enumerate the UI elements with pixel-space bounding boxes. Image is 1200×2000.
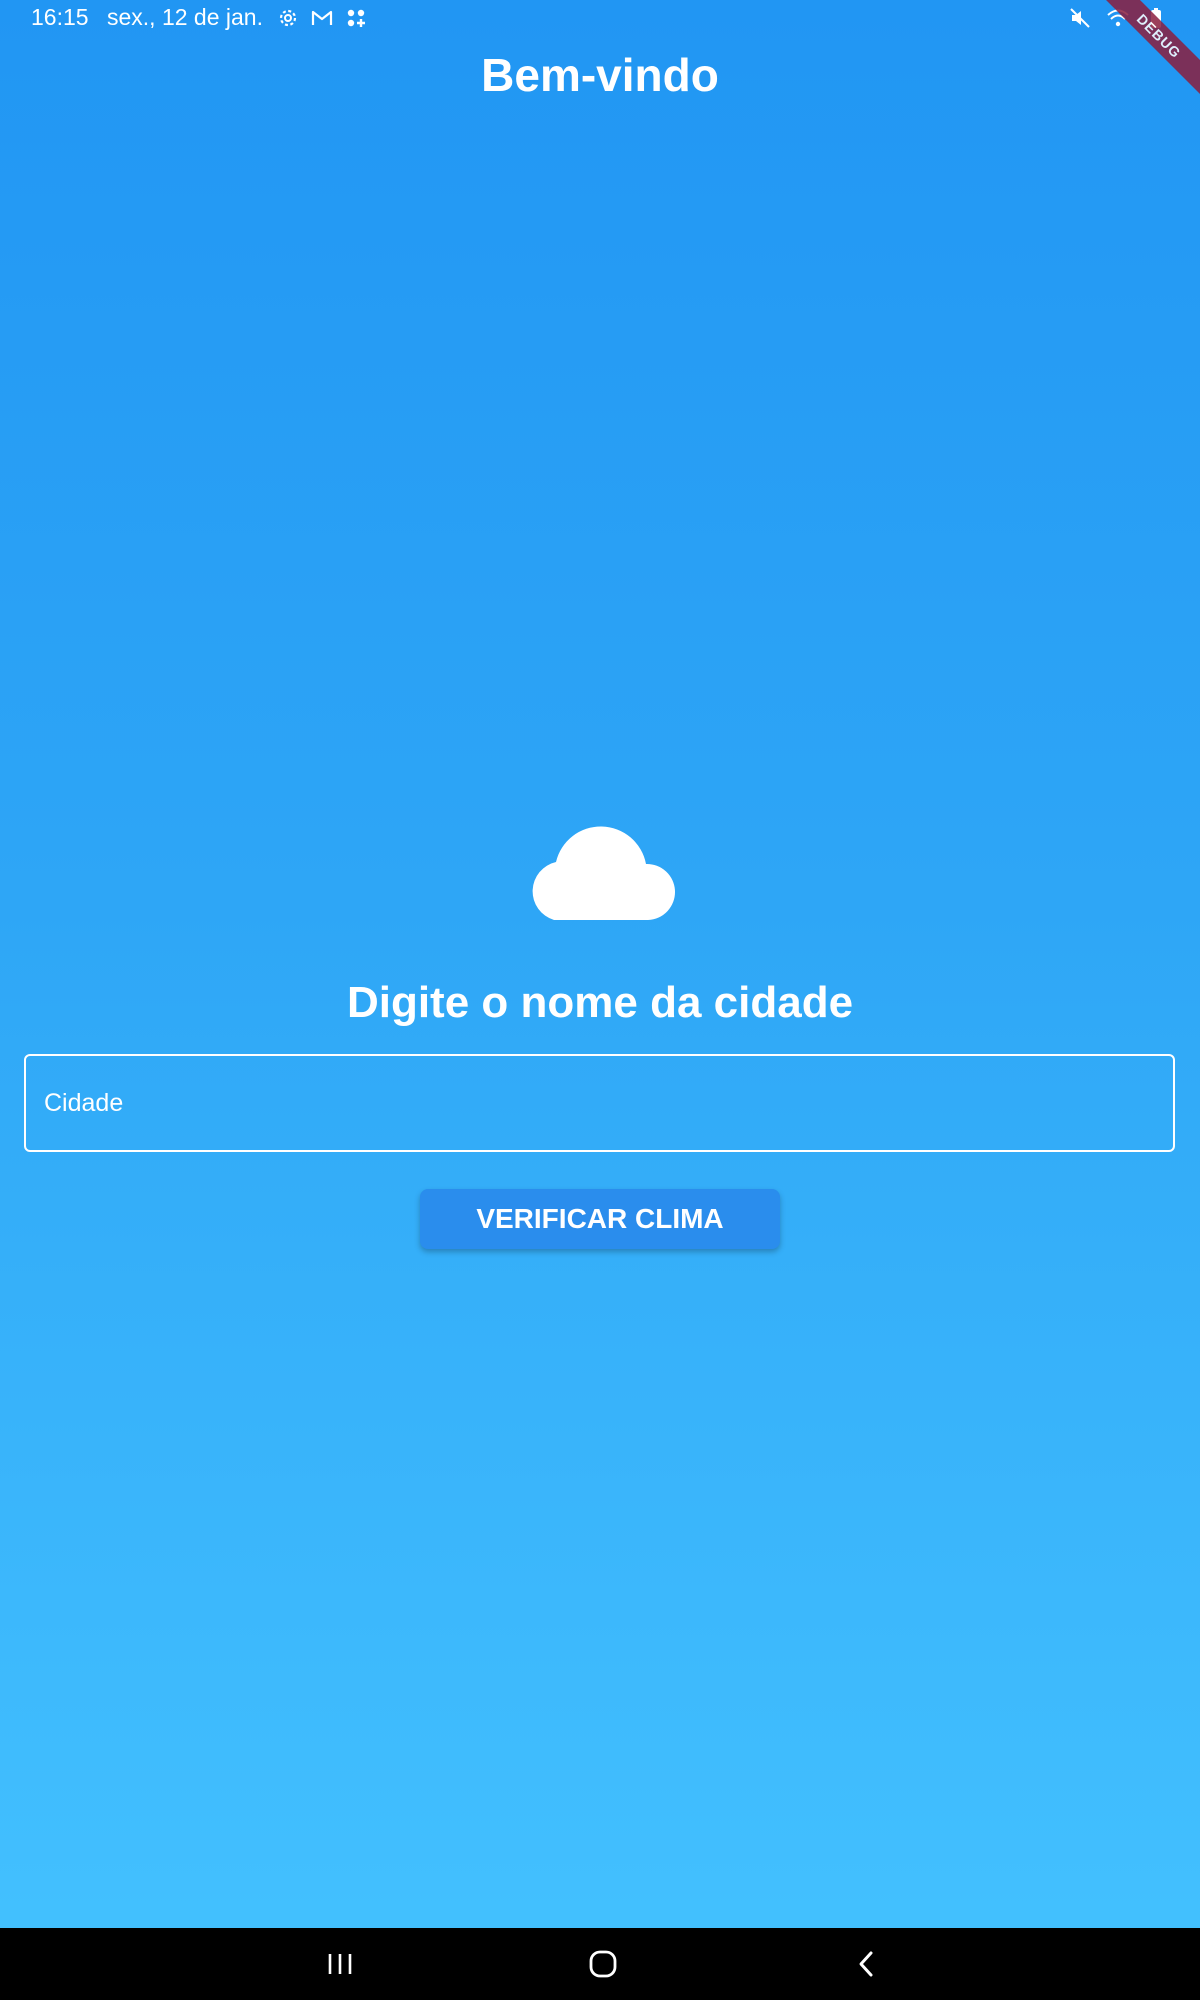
navigation-bar	[0, 1928, 1200, 2000]
status-time: 16:15	[31, 4, 89, 30]
recent-apps-icon[interactable]	[318, 1942, 362, 1986]
home-icon[interactable]	[581, 1942, 625, 1986]
check-weather-button[interactable]: VERIFICAR CLIMA	[420, 1189, 780, 1249]
status-icons-left	[276, 6, 368, 30]
battery-icon	[1151, 8, 1161, 28]
city-input[interactable]	[26, 1056, 1173, 1150]
app-grid-icon	[347, 9, 365, 27]
app-screen: 16:15 sex., 12 de jan. DEBUG Bem-vindo D…	[0, 0, 1200, 2000]
status-icons-right	[1068, 6, 1168, 30]
page-title: Bem-vindo	[481, 49, 719, 101]
status-bar: 16:15 sex., 12 de jan.	[0, 0, 1200, 36]
city-prompt-title: Digite o nome da cidade	[346, 978, 854, 1027]
cloud-icon	[532, 826, 676, 920]
gmail-icon	[311, 10, 333, 25]
status-date: sex., 12 de jan.	[107, 4, 263, 30]
city-field	[24, 1054, 1175, 1152]
wifi-icon	[1107, 9, 1129, 27]
settings-icon	[279, 9, 297, 27]
back-icon[interactable]	[845, 1942, 889, 1986]
mute-icon	[1070, 8, 1090, 28]
